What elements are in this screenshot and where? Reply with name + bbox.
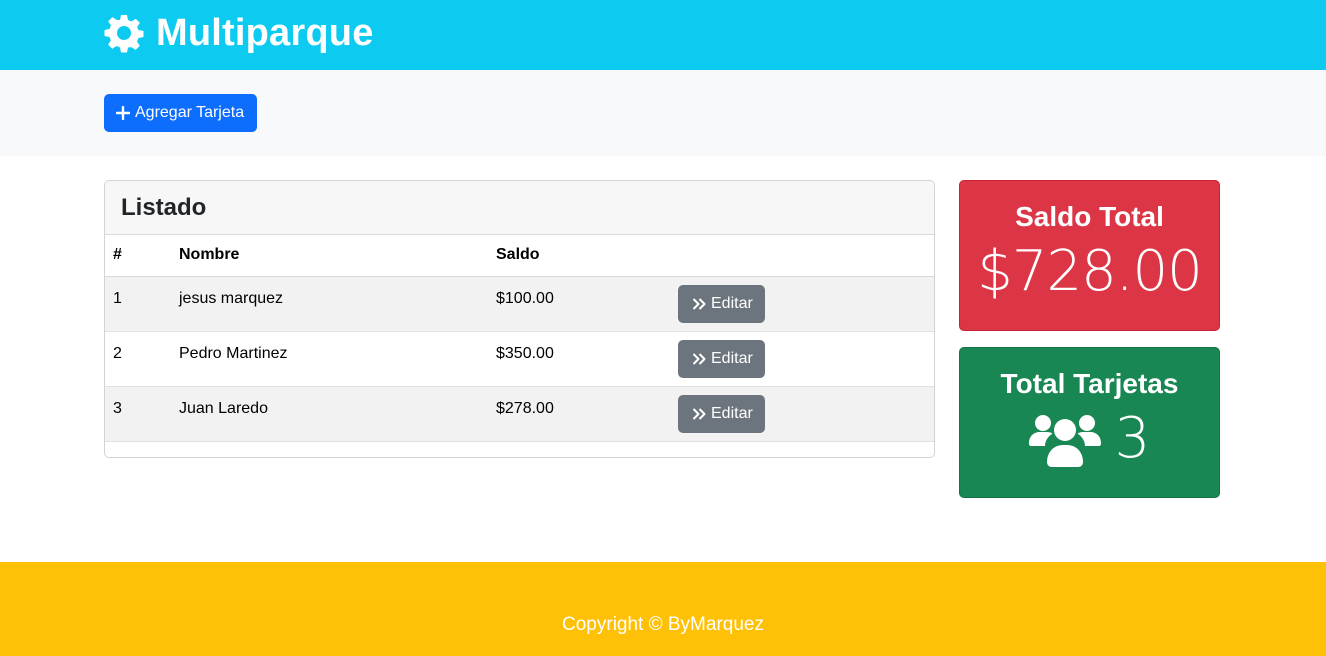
row-name-cell: Pedro Martinez: [171, 331, 488, 387]
edit-button[interactable]: Editar: [678, 284, 765, 323]
column-header-num: #: [105, 235, 171, 277]
listado-card: Listado # Nombre Saldo 1 jesus marquez $…: [104, 180, 935, 458]
gear-icon: [104, 15, 144, 53]
edit-button[interactable]: Editar: [678, 394, 765, 433]
row-saldo-cell: $100.00: [488, 276, 670, 332]
row-num-cell: 3: [105, 386, 171, 442]
double-chevron-right-icon: [692, 352, 706, 365]
total-tarjetas-title: Total Tarjetas: [1000, 368, 1179, 399]
table-row: 1 jesus marquez $100.00 Editar: [105, 276, 934, 332]
row-action-cell: Editar: [670, 276, 934, 332]
edit-button[interactable]: Editar: [678, 339, 765, 378]
edit-button-label: Editar: [711, 349, 753, 367]
users-icon: [1028, 414, 1101, 467]
column-header-actions: [670, 235, 934, 277]
row-nombre: Pedro Martinez: [179, 344, 288, 362]
cards-table: # Nombre Saldo 1 jesus marquez $100.00 E…: [105, 235, 934, 442]
row-nombre: Juan Laredo: [179, 399, 268, 417]
app-title: Multiparque: [156, 11, 374, 54]
table-row: 3 Juan Laredo $278.00 Editar: [105, 386, 934, 442]
listado-card-header: Listado: [105, 181, 934, 235]
plus-icon: [116, 106, 130, 120]
header-bar: Multiparque: [0, 0, 1326, 70]
row-saldo: $278.00: [496, 399, 554, 417]
row-saldo-cell: $278.00: [488, 386, 670, 442]
row-num: 2: [113, 344, 122, 362]
add-card-button[interactable]: Agregar Tarjeta: [104, 94, 258, 132]
saldo-total-card: Saldo Total $728.00: [959, 180, 1220, 331]
footer: Copyright © ByMarquez: [0, 562, 1326, 656]
column-header-saldo: Saldo: [488, 235, 670, 277]
row-name-cell: jesus marquez: [171, 276, 488, 332]
total-tarjetas-value: 3: [1114, 406, 1151, 471]
double-chevron-right-icon: [692, 297, 706, 310]
total-tarjetas-row: 3: [960, 406, 1219, 471]
brand[interactable]: Multiparque: [104, 8, 374, 58]
row-action-cell: Editar: [670, 331, 934, 387]
toolbar: Agregar Tarjeta: [0, 70, 1326, 156]
row-num: 3: [113, 399, 122, 417]
double-chevron-right-icon: [692, 407, 706, 420]
saldo-total-value: $728.00: [977, 239, 1203, 304]
row-saldo: $350.00: [496, 344, 554, 362]
edit-button-label: Editar: [711, 404, 753, 422]
row-saldo-cell: $350.00: [488, 331, 670, 387]
add-card-button-label: Agregar Tarjeta: [135, 104, 245, 121]
row-action-cell: Editar: [670, 386, 934, 442]
saldo-total-title: Saldo Total: [1015, 201, 1164, 232]
row-num: 1: [113, 289, 122, 307]
copyright-text: Copyright © ByMarquez: [562, 614, 764, 635]
column-header-nombre: Nombre: [171, 235, 488, 277]
row-num-cell: 1: [105, 276, 171, 332]
row-name-cell: Juan Laredo: [171, 386, 488, 442]
listado-title: Listado: [121, 193, 207, 221]
total-tarjetas-card: Total Tarjetas 3: [959, 347, 1220, 498]
row-saldo: $100.00: [496, 289, 554, 307]
row-num-cell: 2: [105, 331, 171, 387]
row-nombre: jesus marquez: [179, 289, 284, 307]
table-header-row: # Nombre Saldo: [105, 235, 934, 277]
edit-button-label: Editar: [711, 294, 753, 312]
table-row: 2 Pedro Martinez $350.00 Editar: [105, 331, 934, 387]
